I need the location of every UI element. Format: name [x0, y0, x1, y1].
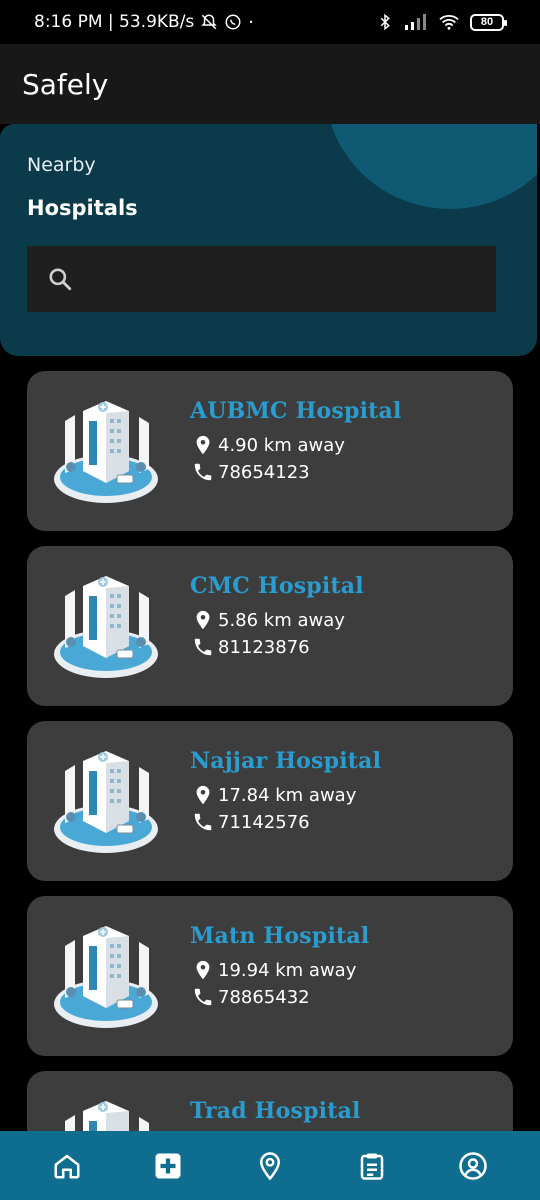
profile-icon — [458, 1151, 488, 1181]
whatsapp-icon — [224, 13, 242, 31]
battery-level: 80 — [481, 16, 493, 28]
hospital-name: Najjar Hospital — [190, 748, 381, 774]
search-icon — [47, 266, 73, 292]
home-icon — [52, 1151, 82, 1181]
status-time-speed: 8:16 PM | 53.9KB/s — [34, 12, 194, 32]
header-panel: Nearby Hospitals — [0, 124, 537, 356]
hospital-distance: 4.90 km away — [218, 435, 345, 456]
location-pin-icon — [192, 784, 214, 806]
hospital-distance: 19.94 km away — [218, 960, 356, 981]
phone-icon — [192, 636, 214, 658]
hospital-cross-icon — [153, 1151, 183, 1181]
distance-row: 19.94 km away — [192, 959, 356, 981]
location-pin-icon — [192, 959, 214, 981]
hospital-card[interactable]: CMC Hospital 5.86 km away 81123876 — [27, 546, 513, 706]
nav-profile[interactable] — [443, 1136, 503, 1196]
bottom-nav — [0, 1131, 540, 1200]
hospital-phone: 78865432 — [218, 987, 310, 1008]
search-bar[interactable] — [27, 246, 496, 312]
hospital-building-illustration — [51, 922, 161, 1032]
battery-icon: 80 — [470, 14, 504, 31]
distance-row: 5.86 km away — [192, 609, 345, 631]
phone-icon — [192, 811, 214, 833]
phone-row[interactable]: 71142576 — [192, 811, 310, 833]
hospital-phone: 78654123 — [218, 462, 310, 483]
signal-icon — [404, 14, 428, 30]
hospital-building-illustration — [51, 572, 161, 682]
nav-home[interactable] — [37, 1136, 97, 1196]
hospital-list: AUBMC Hospital 4.90 km away 78654123 — [27, 371, 513, 1200]
header-subtitle: Nearby — [27, 154, 96, 176]
hospital-distance: 5.86 km away — [218, 610, 345, 631]
phone-row[interactable]: 78865432 — [192, 986, 310, 1008]
dot-icon: · — [248, 12, 254, 33]
nav-hospitals[interactable] — [138, 1136, 198, 1196]
app-bar: Safely — [0, 44, 540, 124]
phone-row[interactable]: 78654123 — [192, 461, 310, 483]
muted-alarm-icon — [200, 13, 218, 31]
hospital-card[interactable]: AUBMC Hospital 4.90 km away 78654123 — [27, 371, 513, 531]
app-title: Safely — [22, 68, 108, 101]
phone-icon — [192, 986, 214, 1008]
decorative-circle — [325, 124, 537, 209]
nav-location[interactable] — [240, 1136, 300, 1196]
hospital-name: AUBMC Hospital — [190, 398, 402, 424]
hospital-distance: 17.84 km away — [218, 785, 356, 806]
hospital-name: Matn Hospital — [190, 923, 369, 949]
hospital-card[interactable]: Matn Hospital 19.94 km away 78865432 — [27, 896, 513, 1056]
hospital-name: Trad Hospital — [190, 1098, 361, 1124]
status-bar: 8:16 PM | 53.9KB/s · 80 — [0, 0, 540, 44]
wifi-icon — [438, 13, 460, 31]
hospital-building-illustration — [51, 397, 161, 507]
bluetooth-icon — [376, 13, 394, 31]
distance-row: 4.90 km away — [192, 434, 345, 456]
distance-row: 17.84 km away — [192, 784, 356, 806]
hospital-name: CMC Hospital — [190, 573, 364, 599]
phone-row[interactable]: 81123876 — [192, 636, 310, 658]
hospital-phone: 71142576 — [218, 812, 310, 833]
phone-icon — [192, 461, 214, 483]
nav-records[interactable] — [342, 1136, 402, 1196]
clipboard-icon — [357, 1151, 387, 1181]
status-right: 80 — [376, 13, 504, 31]
location-pin-icon — [192, 434, 214, 456]
status-left: 8:16 PM | 53.9KB/s · — [34, 12, 254, 33]
hospital-phone: 81123876 — [218, 637, 310, 658]
hospital-card[interactable]: Najjar Hospital 17.84 km away 71142576 — [27, 721, 513, 881]
header-title: Hospitals — [27, 196, 138, 220]
location-pin-icon — [255, 1151, 285, 1181]
location-pin-icon — [192, 609, 214, 631]
hospital-building-illustration — [51, 747, 161, 857]
search-input[interactable] — [87, 269, 496, 290]
